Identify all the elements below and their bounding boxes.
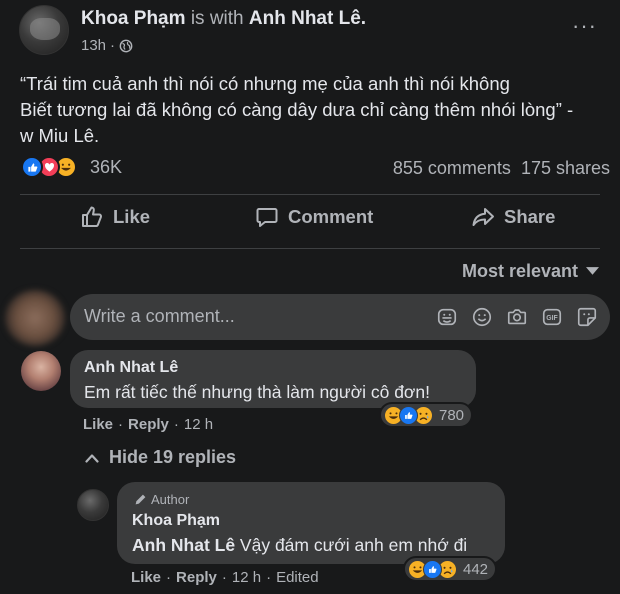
comment-meta: Like · Reply · 12 h (83, 416, 213, 433)
comment-bubble-icon (256, 208, 278, 227)
reply-meta: Like · Reply · 12 h · Edited (131, 569, 319, 586)
author-badge-label: Author (151, 492, 190, 507)
comment-button[interactable]: Comment (255, 205, 373, 229)
divider (20, 248, 600, 249)
current-user-avatar (5, 290, 65, 346)
more-options-button[interactable]: ··· (572, 13, 597, 39)
meta-separator: · (166, 569, 172, 586)
like-label: Like (113, 206, 151, 227)
camera-icon[interactable] (506, 306, 528, 328)
reply-author-avatar[interactable] (77, 489, 109, 521)
pen-icon (135, 494, 146, 505)
comment-label: Comment (288, 206, 374, 227)
avatar-sticker-icon[interactable] (436, 306, 458, 328)
comments-count[interactable]: 855 comments (393, 158, 511, 179)
comment-text: Em rất tiếc thế nhưng thà làm người cô đ… (84, 382, 430, 402)
comment-reaction-count: 780 (439, 406, 465, 424)
like-reaction-icon (21, 156, 43, 178)
caret-down-icon (586, 267, 600, 275)
reply-author-name[interactable]: Khoa Phạm (132, 512, 220, 530)
post-meta: 13h · (81, 37, 133, 54)
reply-reactions[interactable]: 442 (403, 556, 498, 582)
emoji-icon[interactable] (471, 306, 493, 328)
commenter-avatar[interactable] (21, 351, 61, 391)
divider (20, 194, 600, 195)
gif-icon[interactable]: GIF (541, 306, 563, 328)
hide-replies-button[interactable]: Hide 19 replies (85, 447, 236, 468)
post-header-title: Khoa Phạm is with Anh Nhat Lê. (81, 8, 366, 30)
meta-separator: · (221, 569, 227, 586)
reply-reaction-count: 442 (463, 560, 489, 578)
comment-like-link[interactable]: Like (83, 416, 113, 433)
meta-separator: · (266, 569, 272, 586)
share-arrow-icon (472, 208, 494, 226)
post-text: “Trái tim cuả anh thì nói có nhưng mẹ củ… (20, 71, 612, 149)
share-button[interactable]: Share (471, 205, 555, 229)
reply-like-link[interactable]: Like (131, 569, 161, 586)
svg-text:GIF: GIF (546, 315, 557, 322)
thumbs-up-icon (82, 206, 103, 227)
meta-separator: · (173, 416, 179, 433)
meta-separator: · (118, 416, 124, 433)
author-badge: Author (134, 492, 189, 507)
chevron-up-icon (85, 453, 99, 463)
share-label: Share (504, 206, 556, 227)
globe-icon (119, 39, 133, 52)
post-time[interactable]: 13h (81, 37, 106, 54)
tagged-user-name[interactable]: Anh Nhat Lê. (249, 8, 366, 29)
post-author-avatar[interactable] (19, 5, 69, 55)
with-text: is with (190, 8, 244, 29)
post-author-name[interactable]: Khoa Phạm (81, 8, 186, 29)
edited-label[interactable]: Edited (276, 569, 319, 586)
reply-body: Vậy đám cưới anh em nhớ đi (235, 535, 468, 555)
comment-reply-link[interactable]: Reply (128, 416, 169, 433)
comment-time[interactable]: 12 h (184, 416, 213, 433)
hide-replies-label: Hide 19 replies (109, 447, 237, 467)
post-stats: 855 comments 175 shares (393, 158, 610, 179)
reply-mention[interactable]: Anh Nhat Lê (132, 535, 235, 555)
composer-icons: GIF (436, 306, 598, 328)
sort-label: Most relevant (462, 261, 579, 281)
like-button[interactable]: Like (80, 205, 150, 229)
reaction-count[interactable]: 36K (90, 157, 122, 178)
reactions-summary[interactable]: 36K (21, 156, 122, 178)
comment-input-placeholder: Write a comment... (84, 306, 235, 326)
reply-time[interactable]: 12 h (232, 569, 261, 586)
post-text-line: w Miu Lê. (20, 125, 100, 146)
sort-comments-dropdown[interactable]: Most relevant (462, 261, 600, 282)
shares-count[interactable]: 175 shares (521, 158, 610, 179)
post-text-line: “Trái tim cuả anh thì nói có nhưng mẹ củ… (20, 73, 510, 94)
commenter-name[interactable]: Anh Nhat Lê (84, 359, 178, 377)
sticker-icon[interactable] (576, 306, 598, 328)
meta-separator: · (110, 37, 116, 54)
reply-reply-link[interactable]: Reply (176, 569, 217, 586)
post-text-line: Biết tương lai đã không có càng dây dưa … (20, 99, 574, 120)
reply-text: Anh Nhat Lê Vậy đám cưới anh em nhớ đi (132, 535, 467, 556)
like-reaction-icon (423, 559, 442, 579)
comment-reactions[interactable]: 780 (379, 402, 474, 428)
like-reaction-icon (399, 405, 418, 425)
